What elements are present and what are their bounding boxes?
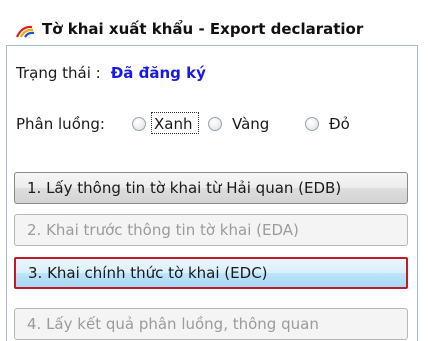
radio-yellow[interactable]: Vàng: [208, 111, 288, 137]
radio-label-red[interactable]: Đỏ: [329, 115, 350, 133]
flow-row: Phân luồng: Xanh Vàng Đỏ: [16, 111, 416, 137]
export-declaration-window: Tờ khai xuất khẩu - Export declaratior T…: [0, 0, 428, 341]
status-value: Đã đăng ký: [110, 64, 206, 82]
radio-label-green[interactable]: Xanh: [154, 115, 192, 133]
window-title: Tờ khai xuất khẩu - Export declaratior: [42, 20, 364, 38]
pre-declare-eda-button[interactable]: 2. Khai trước thông tin tờ khai (EDA): [14, 214, 408, 246]
radio-circle-yellow[interactable]: [208, 117, 222, 131]
radio-green[interactable]: Xanh: [132, 111, 212, 137]
status-row: Trạng thái : Đã đăng ký: [16, 64, 206, 82]
radio-red[interactable]: Đỏ: [305, 111, 365, 137]
app-logo-icon: [16, 25, 35, 38]
radio-circle-green[interactable]: [132, 117, 146, 131]
get-declaration-edb-button[interactable]: 1. Lấy thông tin tờ khai từ Hải quan (ED…: [14, 172, 408, 204]
title-bar: Tờ khai xuất khẩu - Export declaratior: [0, 0, 428, 44]
get-clearance-result-button[interactable]: 4. Lấy kết quả phân luồng, thông quan: [14, 308, 408, 340]
radio-circle-red[interactable]: [305, 117, 319, 131]
official-declare-edc-button[interactable]: 3. Khai chính thức tờ khai (EDC): [14, 257, 408, 289]
status-label: Trạng thái :: [16, 64, 101, 82]
radio-label-yellow[interactable]: Vàng: [232, 115, 269, 133]
flow-label: Phân luồng:: [16, 115, 105, 133]
